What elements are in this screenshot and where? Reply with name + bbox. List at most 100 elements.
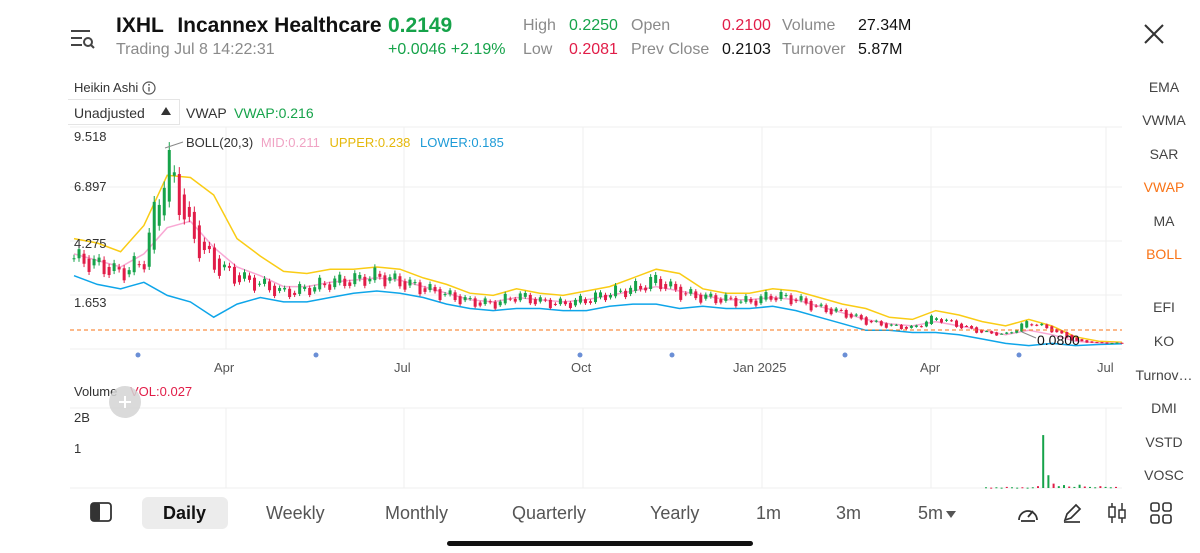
candle-body (588, 301, 592, 303)
candle-body (263, 278, 267, 284)
candle-body (904, 326, 908, 329)
candle-body (864, 317, 868, 325)
volume-bar (1089, 486, 1091, 488)
event-markers[interactable] (135, 352, 1022, 358)
candle-body (1025, 321, 1029, 328)
candle-body (950, 320, 954, 322)
candle-body (1110, 343, 1114, 345)
y-tick: 6.897 (74, 179, 107, 194)
volume-bar (1016, 487, 1019, 489)
panel-toggle-icon[interactable] (90, 502, 112, 522)
vol-y-tick: 1 (74, 441, 82, 456)
candle-body (348, 282, 352, 286)
period-tab-1m[interactable]: 1m (756, 503, 781, 524)
candle-body (578, 295, 582, 303)
candle-body (1010, 332, 1014, 334)
indicator-tab-ma[interactable]: MA (1128, 213, 1200, 229)
candle-body (293, 292, 297, 295)
indicator-tab-vstd[interactable]: VSTD (1128, 434, 1200, 450)
event-dot (669, 352, 675, 358)
candle-body (172, 172, 176, 176)
candle-body (719, 299, 723, 303)
indicator-tab-efi[interactable]: EFI (1128, 299, 1200, 315)
candle-body (528, 294, 532, 304)
price-chart[interactable] (0, 0, 1200, 553)
candle-body (438, 289, 442, 301)
event-dot (313, 352, 319, 358)
period-tab-3m[interactable]: 3m (836, 503, 861, 524)
candle-settings-icon[interactable] (1106, 501, 1128, 525)
candle-body (944, 319, 948, 321)
indicator-tab-vwap[interactable]: VWAP (1128, 179, 1200, 195)
candle-body (313, 287, 317, 292)
candle-body (599, 292, 603, 298)
candle-body (849, 313, 853, 318)
indicator-tab-vwma[interactable]: VWMA (1128, 112, 1200, 128)
candle-body (809, 300, 813, 311)
candle-body (328, 284, 332, 290)
grid-icon[interactable] (1150, 502, 1172, 524)
candle-body (122, 268, 126, 281)
candle-body (248, 275, 252, 280)
indicator-tab-sar[interactable]: SAR (1128, 146, 1200, 162)
add-icon[interactable] (109, 386, 141, 418)
candle-body (258, 283, 262, 285)
period-tab-yearly[interactable]: Yearly (650, 503, 699, 524)
period-tab-weekly[interactable]: Weekly (266, 503, 325, 524)
candle-body (353, 273, 357, 285)
candle-body (1080, 339, 1084, 342)
candle-body (368, 278, 372, 282)
dropdown-icon[interactable] (946, 511, 956, 518)
candle-body (1000, 333, 1004, 335)
candle-body (779, 292, 783, 300)
candle-body (358, 275, 362, 279)
candle-body (393, 273, 397, 279)
candle-body (478, 302, 482, 306)
period-tab-5m[interactable]: 5m (918, 503, 943, 524)
volume-bar (1042, 435, 1045, 488)
indicator-tab-vosc[interactable]: VOSC (1128, 467, 1200, 483)
boll-mid: MID:0.211 (260, 135, 320, 150)
volume-bar (1063, 485, 1065, 488)
candle-body (448, 290, 452, 295)
candle-body (934, 318, 938, 320)
indicator-tab-dmi[interactable]: DMI (1128, 400, 1200, 416)
candle-body (363, 276, 367, 286)
indicator-tab-ema[interactable]: EMA (1128, 79, 1200, 95)
boll-upper-line (73, 174, 1123, 344)
candle-body (614, 285, 618, 297)
candle-body (563, 301, 567, 305)
volume-bar (1011, 487, 1013, 489)
indicator-tab-boll[interactable]: BOLL (1128, 246, 1200, 262)
gauge-icon[interactable] (1016, 502, 1040, 524)
candle-body (177, 174, 181, 216)
candle-body (965, 325, 969, 327)
candle-body (237, 275, 241, 283)
candle-body (829, 308, 833, 315)
candle-body (323, 283, 327, 286)
candle-body (212, 247, 216, 270)
x-tick: Oct (571, 360, 592, 375)
y-tick: 4.275 (74, 236, 107, 251)
candle-body (483, 298, 487, 305)
volume-bar (1005, 486, 1008, 488)
candle-body (844, 309, 848, 318)
candle-body (543, 299, 547, 301)
period-tab-quarterly[interactable]: Quarterly (512, 503, 586, 524)
candle-body (1040, 323, 1044, 326)
candle-body (453, 292, 457, 301)
candle-body (202, 241, 206, 251)
period-tab-daily[interactable]: Daily (163, 503, 206, 524)
indicator-tab-turnov[interactable]: Turnov… (1128, 367, 1200, 383)
indicator-tab-ko[interactable]: KO (1128, 333, 1200, 349)
candle-body (343, 278, 347, 287)
vol-y-tick: 2B (74, 410, 90, 425)
pen-icon[interactable] (1061, 502, 1083, 524)
period-tab-monthly[interactable]: Monthly (385, 503, 448, 524)
candle-body (1105, 342, 1109, 344)
candle-body (909, 325, 913, 328)
candle-body (127, 270, 131, 275)
candle-body (919, 326, 923, 328)
candle-body (433, 287, 437, 292)
home-indicator (447, 541, 753, 546)
